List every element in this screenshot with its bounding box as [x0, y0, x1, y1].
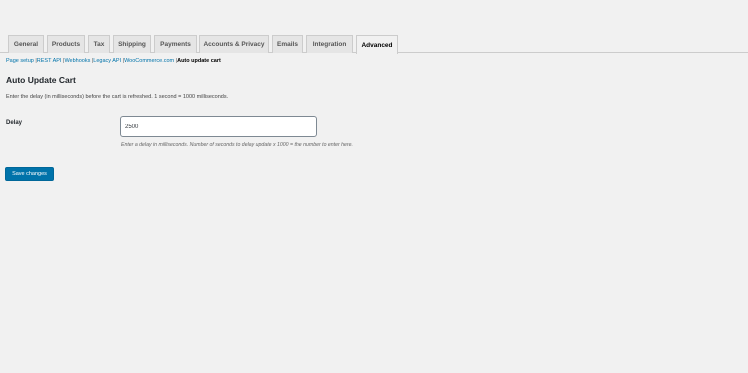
save-changes-button[interactable]: Save changes [5, 167, 54, 181]
section-title: Auto Update Cart [6, 75, 76, 85]
subnav-webhooks[interactable]: Webhooks [64, 58, 90, 64]
subnav-auto-update-cart: Auto update cart [177, 58, 221, 64]
tab-advanced[interactable]: Advanced [356, 35, 398, 54]
tab-integration[interactable]: Integration [306, 35, 353, 53]
tab-shipping[interactable]: Shipping [113, 35, 151, 53]
section-description: Enter the delay (in milliseconds) before… [6, 94, 229, 100]
tab-accounts-privacy[interactable]: Accounts & Privacy [199, 35, 269, 53]
subnav-page-setup[interactable]: Page setup [6, 58, 34, 64]
tab-tax[interactable]: Tax [88, 35, 110, 53]
tab-products[interactable]: Products [47, 35, 85, 53]
tab-payments[interactable]: Payments [154, 35, 197, 53]
subnav-legacy-api[interactable]: Legacy API [93, 58, 121, 64]
subnav-rest-api[interactable]: REST API [37, 58, 62, 64]
delay-description: Enter a delay in milliseconds. Number of… [121, 142, 353, 148]
tab-emails[interactable]: Emails [272, 35, 303, 53]
advanced-section-nav: Page setup |REST API |Webhooks |Legacy A… [6, 58, 221, 64]
delay-input[interactable] [120, 116, 317, 137]
delay-label: Delay [6, 120, 23, 126]
tab-general[interactable]: General [8, 35, 44, 53]
subnav-woocommerce-com[interactable]: WooCommerce.com [124, 58, 174, 64]
settings-tab-bar: General Products Tax Shipping Payments A… [0, 35, 748, 54]
